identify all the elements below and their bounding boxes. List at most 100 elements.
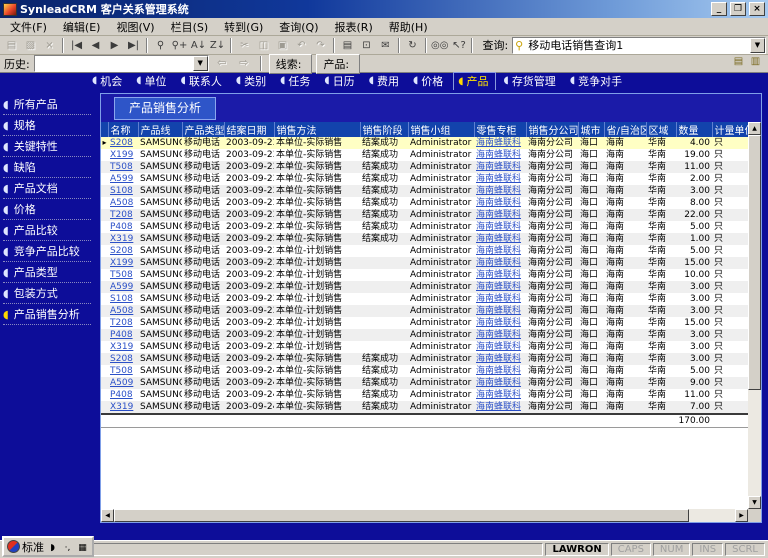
table-row[interactable]: S208 SAMSUNG 移动电话 2003-09-23 本单位-计划销售 Ad… — [101, 245, 748, 257]
table-row[interactable]: A508 SAMSUNG 移动电话 2003-09-23 本单位-实际销售 结案… — [101, 197, 748, 209]
prev-record-button[interactable]: ◀ — [86, 37, 105, 54]
sidebar-item[interactable]: ◖ 产品比较 — [3, 220, 91, 241]
column-header[interactable]: 销售方法 — [274, 122, 360, 137]
retail-counter-link[interactable]: 海南蜂联科 — [474, 353, 526, 365]
search-button[interactable]: ⚲ — [151, 37, 170, 54]
table-row[interactable]: T208 SAMSUNG 移动电话 2003-09-23 本单位-实际销售 结案… — [101, 209, 748, 221]
retail-counter-link[interactable]: 海南蜂联科 — [474, 329, 526, 341]
product-code-link[interactable]: S108 — [108, 185, 138, 197]
table-row[interactable]: P408 SAMSUNG 移动电话 2003-09-23 本单位-计划销售 Ad… — [101, 329, 748, 341]
table-row[interactable]: T508 SAMSUNG 移动电话 2003-09-24 本单位-实际销售 结案… — [101, 365, 748, 377]
product-code-link[interactable]: A508 — [108, 305, 138, 317]
last-record-button[interactable]: ▶| — [124, 37, 143, 54]
product-code-link[interactable]: X319 — [108, 233, 138, 245]
column-header[interactable]: 计量单位 — [712, 122, 748, 137]
next-record-button[interactable]: ▶ — [105, 37, 124, 54]
product-code-link[interactable]: S108 — [108, 293, 138, 305]
column-header[interactable]: 产品线 — [138, 122, 182, 137]
horizontal-scroll-thumb[interactable] — [114, 509, 689, 522]
retail-counter-link[interactable]: 海南蜂联科 — [474, 293, 526, 305]
scroll-left-button[interactable]: ◀ — [101, 509, 114, 522]
table-row[interactable]: A509 SAMSUNG 移动电话 2003-09-24 本单位-实际销售 结案… — [101, 377, 748, 389]
minimize-button[interactable]: _ — [711, 2, 727, 16]
retail-counter-link[interactable]: 海南蜂联科 — [474, 137, 526, 149]
column-header[interactable]: 城市 — [578, 122, 604, 137]
product-code-link[interactable]: A509 — [108, 377, 138, 389]
retail-counter-link[interactable]: 海南蜂联科 — [474, 305, 526, 317]
table-row[interactable]: P408 SAMSUNG 移动电话 2003-09-23 本单位-实际销售 结案… — [101, 221, 748, 233]
search-plus-button[interactable]: ⚲+ — [170, 37, 189, 54]
tab[interactable]: ◖ 机会 — [88, 73, 128, 91]
product-code-link[interactable]: T208 — [108, 209, 138, 221]
menu-item[interactable]: 编辑(E) — [55, 17, 109, 37]
column-header[interactable]: 区域 — [646, 122, 676, 137]
sidebar-item[interactable]: ◖ 所有产品 — [3, 94, 91, 115]
retail-counter-link[interactable]: 海南蜂联科 — [474, 281, 526, 293]
scroll-down-button[interactable]: ▼ — [748, 496, 761, 509]
menu-item[interactable]: 文件(F) — [2, 17, 55, 37]
sidebar-item[interactable]: ◖ 规格 — [3, 115, 91, 136]
sidebar-item[interactable]: ◖ 产品文档 — [3, 178, 91, 199]
context-help-button[interactable]: ↖? — [449, 37, 468, 54]
product-code-link[interactable]: S208 — [108, 353, 138, 365]
horizontal-scrollbar[interactable]: ◀ ▶ — [101, 509, 748, 522]
card-view-icon[interactable]: ▤ — [730, 56, 747, 71]
product-code-link[interactable]: A508 — [108, 197, 138, 209]
retail-counter-link[interactable]: 海南蜂联科 — [474, 185, 526, 197]
table-row[interactable]: ▸ S208 SAMSUNG 移动电话 2003-09-23 本单位-实际销售 … — [101, 137, 748, 149]
menu-item[interactable]: 查询(Q) — [271, 17, 326, 37]
product-code-link[interactable]: A599 — [108, 173, 138, 185]
product-code-link[interactable]: S208 — [108, 245, 138, 257]
retail-counter-link[interactable]: 海南蜂联科 — [474, 221, 526, 233]
retail-counter-link[interactable]: 海南蜂联科 — [474, 389, 526, 401]
menu-item[interactable]: 视图(V) — [108, 17, 162, 37]
redo-button[interactable]: ↷ — [311, 37, 330, 54]
retail-counter-link[interactable]: 海南蜂联科 — [474, 269, 526, 281]
back-button[interactable]: ⇦ — [213, 56, 231, 71]
scroll-up-button[interactable]: ▲ — [748, 122, 761, 135]
find-binoculars-button[interactable]: ◎◎ — [430, 37, 449, 54]
product-code-link[interactable]: T208 — [108, 317, 138, 329]
product-code-link[interactable]: T508 — [108, 161, 138, 173]
table-row[interactable]: S108 SAMSUNG 移动电话 2003-09-23 本单位-计划销售 Ad… — [101, 293, 748, 305]
ime-logo-icon[interactable] — [7, 540, 20, 553]
ime-punctuation-icon[interactable]: ·, — [61, 540, 74, 554]
tab[interactable]: ◖ 单位 — [132, 73, 172, 91]
product-code-link[interactable]: A599 — [108, 281, 138, 293]
sort-ascending-button[interactable]: A↓ — [189, 37, 208, 54]
first-record-button[interactable]: |◀ — [67, 37, 86, 54]
column-header[interactable]: 省/自治区 — [604, 122, 646, 137]
edit-record-button[interactable]: ▧ — [21, 37, 40, 54]
paste-button[interactable]: ▣ — [273, 37, 292, 54]
table-row[interactable]: X319 SAMSUNG 移动电话 2003-09-23 本单位-计划销售 Ad… — [101, 341, 748, 353]
form-view-icon[interactable]: ▥ — [747, 56, 764, 71]
product-code-link[interactable]: X319 — [108, 341, 138, 353]
tab[interactable]: ◖ 联系人 — [177, 73, 228, 91]
product-code-link[interactable]: P408 — [108, 329, 138, 341]
product-code-link[interactable]: X319 — [108, 401, 138, 414]
product-code-link[interactable]: X199 — [108, 257, 138, 269]
product-code-link[interactable]: P408 — [108, 221, 138, 233]
sidebar-item[interactable]: ◖ 关键特性 — [3, 136, 91, 157]
column-header[interactable]: 销售阶段 — [360, 122, 408, 137]
retail-counter-link[interactable]: 海南蜂联科 — [474, 149, 526, 161]
tab[interactable]: ◖ 产品 — [453, 72, 495, 91]
retail-counter-link[interactable]: 海南蜂联科 — [474, 209, 526, 221]
tab[interactable]: ◖ 任务 — [276, 73, 316, 91]
ime-keyboard-icon[interactable]: ▦ — [76, 540, 89, 554]
menu-item[interactable]: 帮助(H) — [381, 17, 436, 37]
sidebar-item[interactable]: ◖ 产品销售分析 — [3, 304, 91, 325]
product-code-link[interactable]: T508 — [108, 269, 138, 281]
retail-counter-link[interactable]: 海南蜂联科 — [474, 401, 526, 414]
query-dropdown-button[interactable]: ▼ — [750, 38, 765, 53]
table-row[interactable]: S208 SAMSUNG 移动电话 2003-09-24 本单位-实际销售 结案… — [101, 353, 748, 365]
undo-button[interactable]: ↶ — [292, 37, 311, 54]
product-code-link[interactable]: X199 — [108, 149, 138, 161]
export-button[interactable]: ⊡ — [357, 37, 376, 54]
retail-counter-link[interactable]: 海南蜂联科 — [474, 317, 526, 329]
sidebar-item[interactable]: ◖ 缺陷 — [3, 157, 91, 178]
retail-counter-link[interactable]: 海南蜂联科 — [474, 197, 526, 209]
tab[interactable]: ◖ 类别 — [232, 73, 272, 91]
scroll-right-button[interactable]: ▶ — [735, 509, 748, 522]
refresh-button[interactable]: ↻ — [403, 37, 422, 54]
